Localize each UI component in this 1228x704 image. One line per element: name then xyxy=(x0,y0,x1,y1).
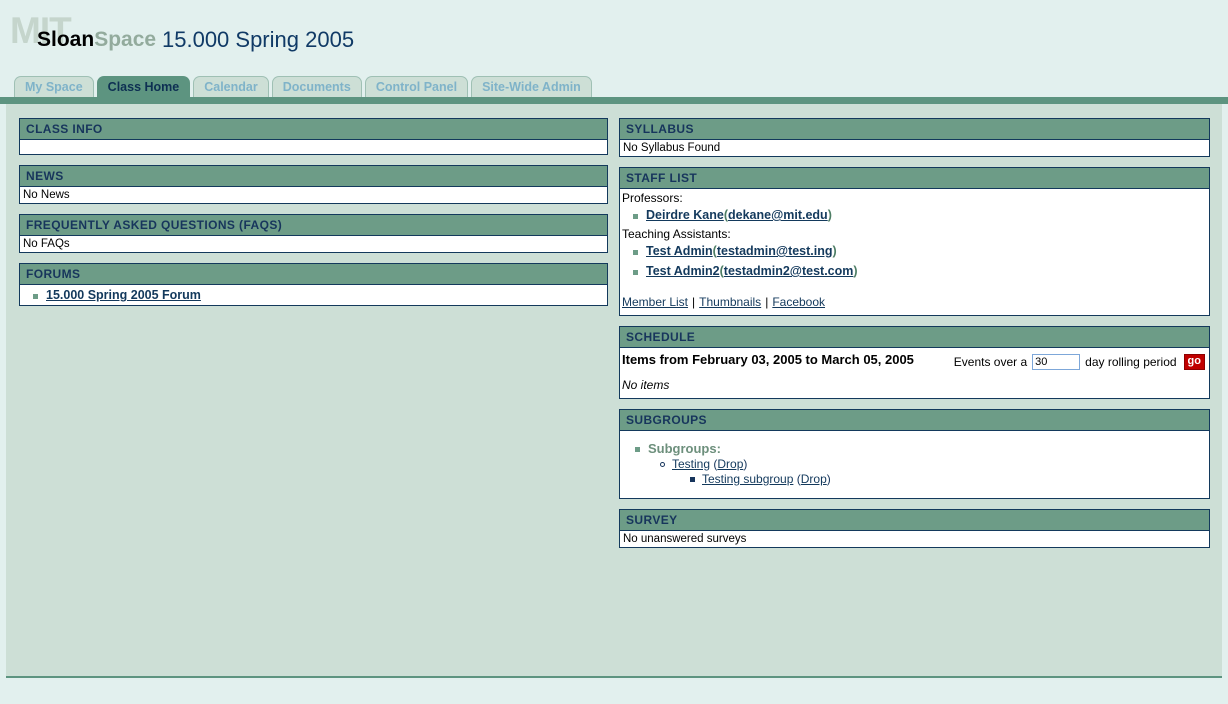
panel-survey-body: No unanswered surveys xyxy=(620,531,1209,547)
paren-close: ) xyxy=(743,457,747,471)
panel-class-info: CLASS INFO xyxy=(19,118,608,155)
panel-forums: FORUMS 15.000 Spring 2005 Forum xyxy=(19,263,608,306)
panel-subgroups-title: SUBGROUPS xyxy=(620,410,1209,431)
panel-news: NEWS No News xyxy=(19,165,608,204)
tab-my-space[interactable]: My Space xyxy=(14,76,94,98)
sloanspace-logo[interactable]: MIT SloanSpace xyxy=(10,12,150,52)
list-item: Testing (Drop) Testing subgroup (Drop) xyxy=(672,457,1209,487)
panel-subgroups: SUBGROUPS Subgroups: Testing (Drop) xyxy=(619,409,1210,499)
panel-staff-list-title: STAFF LIST xyxy=(620,168,1209,189)
page-root: MIT SloanSpace 15.000 Spring 2005 My Spa… xyxy=(0,0,1228,704)
list-item: Deirdre Kane(dekane@mit.edu) xyxy=(646,205,1209,225)
day-rolling-period-label: day rolling period xyxy=(1085,355,1176,369)
panel-subgroups-body: Subgroups: Testing (Drop) Testing subgro… xyxy=(620,431,1209,498)
panel-forums-body: 15.000 Spring 2005 Forum xyxy=(20,285,607,305)
schedule-empty-text: No items xyxy=(620,372,1209,398)
list-item: Test Admin(testadmin@test.ing) xyxy=(646,241,1209,261)
tab-class-home[interactable]: Class Home xyxy=(97,76,191,98)
page-title: 15.000 Spring 2005 xyxy=(162,27,354,53)
panel-forums-title: FORUMS xyxy=(20,264,607,285)
subgroup-testing-subgroup-link[interactable]: Testing subgroup xyxy=(702,472,793,486)
ta-email-link[interactable]: testadmin@test.ing xyxy=(717,244,833,258)
professors-list: Deirdre Kane(dekane@mit.edu) xyxy=(620,205,1209,225)
list-item: 15.000 Spring 2005 Forum xyxy=(46,285,607,305)
tab-underline-bar xyxy=(0,97,1228,104)
teaching-assistants-label: Teaching Assistants: xyxy=(620,225,1209,241)
content-area: CLASS INFO NEWS No News FREQUENTLY ASKED… xyxy=(6,104,1222,678)
schedule-rolling-period-control: Events over a day rolling period go xyxy=(954,354,1205,370)
left-column: CLASS INFO NEWS No News FREQUENTLY ASKED… xyxy=(19,118,608,316)
subgroups-root-label: Subgroups: xyxy=(648,441,721,456)
sloanspace-wordmark: SloanSpace xyxy=(37,29,156,51)
paren-close: ) xyxy=(833,244,837,258)
logo-space-text: Space xyxy=(94,28,156,51)
list-item: Test Admin2(testadmin2@test.com) xyxy=(646,261,1209,281)
staff-footer-links: Member List|Thumbnails|Facebook xyxy=(620,281,1209,315)
rolling-days-input[interactable] xyxy=(1032,354,1080,370)
professors-label: Professors: xyxy=(620,189,1209,205)
subgroup-level2-list: Testing subgroup (Drop) xyxy=(672,471,1209,486)
events-over-label: Events over a xyxy=(954,355,1027,369)
tab-control-panel[interactable]: Control Panel xyxy=(365,76,468,98)
panel-schedule-title: SCHEDULE xyxy=(620,327,1209,348)
panel-schedule: SCHEDULE Items from February 03, 2005 to… xyxy=(619,326,1210,399)
thumbnails-link[interactable]: Thumbnails xyxy=(699,295,761,309)
link-separator: | xyxy=(688,295,699,309)
panel-news-title: NEWS xyxy=(20,166,607,187)
panel-class-info-body xyxy=(20,140,607,154)
panel-staff-list-body: Professors: Deirdre Kane(dekane@mit.edu)… xyxy=(620,189,1209,315)
teaching-assistants-list: Test Admin(testadmin@test.ing) Test Admi… xyxy=(620,241,1209,281)
paren-close: ) xyxy=(827,472,831,486)
subgroup-testing-subgroup-drop-link[interactable]: Drop xyxy=(801,472,827,486)
tab-documents[interactable]: Documents xyxy=(272,76,362,98)
subgroups-root-item: Subgroups: Testing (Drop) Testing subgro… xyxy=(648,441,1209,488)
ta-name-link[interactable]: Test Admin2 xyxy=(646,264,720,278)
forums-list: 15.000 Spring 2005 Forum xyxy=(20,285,607,305)
go-button[interactable]: go xyxy=(1184,354,1205,370)
professor-email-link[interactable]: dekane@mit.edu xyxy=(728,208,828,222)
ta-email-link[interactable]: testadmin2@test.com xyxy=(724,264,854,278)
tab-strip: My Space Class Home Calendar Documents C… xyxy=(14,76,592,98)
panel-faqs-title: FREQUENTLY ASKED QUESTIONS (FAQS) xyxy=(20,215,607,236)
paren-close: ) xyxy=(853,264,857,278)
facebook-link[interactable]: Facebook xyxy=(772,295,825,309)
forum-link[interactable]: 15.000 Spring 2005 Forum xyxy=(46,288,201,302)
subgroup-level1-list: Testing (Drop) Testing subgroup (Drop) xyxy=(648,456,1209,487)
logo-sloan-text: Sloan xyxy=(37,28,94,51)
schedule-date-range: Items from February 03, 2005 to March 05… xyxy=(622,352,914,367)
paren-close: ) xyxy=(828,208,832,222)
panel-survey-title: SURVEY xyxy=(620,510,1209,531)
panel-faqs-body: No FAQs xyxy=(20,236,607,252)
panel-syllabus-body: No Syllabus Found xyxy=(620,140,1209,156)
right-column: SYLLABUS No Syllabus Found STAFF LIST Pr… xyxy=(619,118,1210,558)
subgroup-testing-drop-link[interactable]: Drop xyxy=(717,457,743,471)
panel-syllabus: SYLLABUS No Syllabus Found xyxy=(619,118,1210,157)
panel-survey: SURVEY No unanswered surveys xyxy=(619,509,1210,548)
panel-faqs: FREQUENTLY ASKED QUESTIONS (FAQS) No FAQ… xyxy=(19,214,608,253)
ta-name-link[interactable]: Test Admin xyxy=(646,244,713,258)
schedule-controls-row: Items from February 03, 2005 to March 05… xyxy=(620,348,1209,372)
panel-staff-list: STAFF LIST Professors: Deirdre Kane(deka… xyxy=(619,167,1210,316)
list-item: Testing subgroup (Drop) xyxy=(702,472,1209,486)
tab-site-wide-admin[interactable]: Site-Wide Admin xyxy=(471,76,592,98)
tab-calendar[interactable]: Calendar xyxy=(193,76,269,98)
link-separator: | xyxy=(761,295,772,309)
subgroup-testing-link[interactable]: Testing xyxy=(672,457,710,471)
panel-syllabus-title: SYLLABUS xyxy=(620,119,1209,140)
subgroups-tree: Subgroups: Testing (Drop) Testing subgro… xyxy=(620,431,1209,498)
main-navigation-tabs: My Space Class Home Calendar Documents C… xyxy=(0,76,1228,98)
panel-class-info-title: CLASS INFO xyxy=(20,119,607,140)
member-list-link[interactable]: Member List xyxy=(622,295,688,309)
site-header: MIT SloanSpace 15.000 Spring 2005 xyxy=(0,0,1228,70)
panel-news-body: No News xyxy=(20,187,607,203)
professor-name-link[interactable]: Deirdre Kane xyxy=(646,208,724,222)
panel-schedule-body: Items from February 03, 2005 to March 05… xyxy=(620,348,1209,398)
